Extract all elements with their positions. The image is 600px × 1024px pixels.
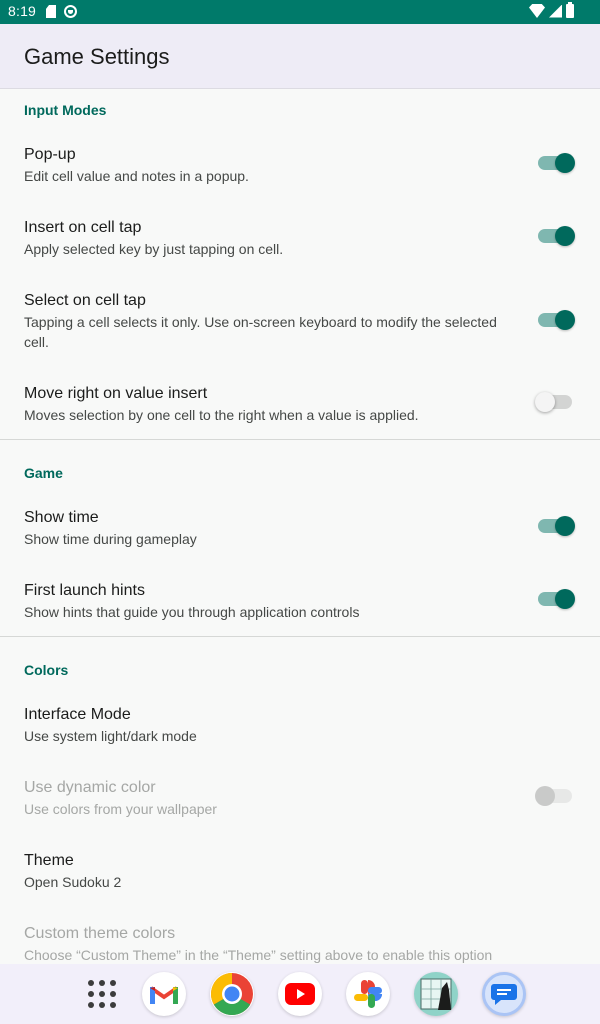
switch-knob: [555, 589, 575, 609]
divider: [0, 636, 600, 637]
popup-switch[interactable]: [538, 153, 575, 173]
pref-title: Custom theme colors: [24, 925, 176, 942]
status-time: 8:19: [8, 3, 37, 19]
pref-select-on-cell-tap[interactable]: Select on cell tap Tapping a cell select…: [24, 291, 514, 352]
youtube-icon[interactable]: [278, 972, 322, 1016]
page-title: Game Settings: [24, 44, 170, 69]
pref-summary: Open Sudoku 2: [24, 874, 122, 890]
wifi-icon: [529, 4, 545, 18]
pref-title: Show time: [24, 509, 99, 526]
pref-summary: Show time during gameplay: [24, 531, 197, 547]
pref-custom-theme-colors: Custom theme colors Choose “Custom Theme…: [24, 924, 584, 964]
signal-icon: [549, 4, 562, 18]
pref-title: Theme: [24, 852, 74, 869]
pref-title: Move right on value insert: [24, 385, 208, 402]
section-header-colors: Colors: [24, 662, 69, 678]
pref-title: Use dynamic color: [24, 779, 156, 796]
app-bar: Game Settings: [0, 24, 600, 89]
app-dock: [0, 964, 600, 1024]
dynamic-color-switch: [535, 786, 572, 806]
pref-summary: Apply selected key by just tapping on ce…: [24, 241, 284, 257]
show-time-switch[interactable]: [538, 516, 575, 536]
messages-icon[interactable]: [482, 972, 526, 1016]
sudoku-app-icon[interactable]: [414, 972, 458, 1016]
pref-interface-mode[interactable]: Interface Mode Use system light/dark mod…: [24, 705, 514, 746]
pref-title: Interface Mode: [24, 706, 131, 723]
pref-title: First launch hints: [24, 582, 145, 599]
pref-summary: Use system light/dark mode: [24, 728, 197, 744]
pref-title: Pop-up: [24, 146, 76, 163]
status-bar: 8:19: [0, 0, 600, 24]
switch-knob: [555, 153, 575, 173]
pref-use-dynamic-color: Use dynamic color Use colors from your w…: [24, 778, 514, 819]
move-right-switch[interactable]: [535, 392, 572, 412]
pref-insert-on-cell-tap[interactable]: Insert on cell tap Apply selected key by…: [24, 218, 514, 259]
switch-knob: [535, 786, 555, 806]
gmail-icon[interactable]: [142, 972, 186, 1016]
switch-knob: [555, 310, 575, 330]
sd-card-icon: [46, 5, 56, 18]
switch-knob: [555, 226, 575, 246]
insert-on-cell-tap-switch[interactable]: [538, 226, 575, 246]
pref-summary: Show hints that guide you through applic…: [24, 604, 360, 620]
switch-knob: [535, 392, 555, 412]
pref-popup[interactable]: Pop-up Edit cell value and notes in a po…: [24, 145, 514, 186]
pref-title: Insert on cell tap: [24, 219, 142, 236]
first-launch-hints-switch[interactable]: [538, 589, 575, 609]
pref-summary: Tapping a cell selects it only. Use on-s…: [24, 314, 497, 350]
pref-summary: Moves selection by one cell to the right…: [24, 407, 419, 423]
select-on-cell-tap-switch[interactable]: [538, 310, 575, 330]
divider: [0, 439, 600, 440]
battery-icon: [566, 2, 574, 18]
pref-summary: Choose “Custom Theme” in the “Theme” set…: [24, 947, 493, 963]
chrome-icon[interactable]: [210, 972, 254, 1016]
photos-icon[interactable]: [346, 972, 390, 1016]
switch-knob: [555, 516, 575, 536]
section-header-game: Game: [24, 465, 63, 481]
settings-list[interactable]: Input Modes Pop-up Edit cell value and n…: [0, 89, 600, 964]
pref-show-time[interactable]: Show time Show time during gameplay: [24, 508, 514, 549]
pref-first-launch-hints[interactable]: First launch hints Show hints that guide…: [24, 581, 514, 622]
sync-circle-icon: [64, 5, 77, 18]
pref-summary: Use colors from your wallpaper: [24, 801, 217, 817]
pref-title: Select on cell tap: [24, 292, 146, 309]
section-header-input-modes: Input Modes: [24, 102, 107, 118]
pref-summary: Edit cell value and notes in a popup.: [24, 168, 249, 184]
apps-grid-icon[interactable]: [88, 980, 116, 1008]
pref-move-right-on-value-insert[interactable]: Move right on value insert Moves selecti…: [24, 384, 514, 425]
pref-theme[interactable]: Theme Open Sudoku 2: [24, 851, 514, 892]
